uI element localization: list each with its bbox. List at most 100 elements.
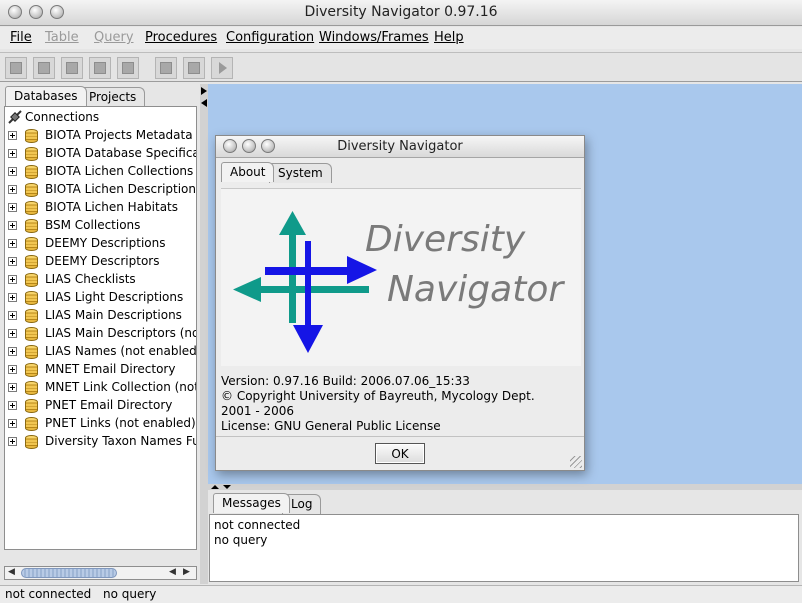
status-bar: not connected no query xyxy=(0,585,802,603)
database-icon xyxy=(25,399,38,413)
dialog-separator xyxy=(216,436,584,437)
open-folder-button[interactable] xyxy=(155,57,177,79)
scrollbar-thumb[interactable] xyxy=(21,568,117,578)
run-query-button[interactable] xyxy=(211,57,233,79)
tree-item-label: LIAS Light Descriptions xyxy=(45,290,184,304)
tree-item-label: BIOTA Lichen Descriptions xyxy=(45,182,197,196)
menu-help[interactable]: Help xyxy=(434,30,464,45)
open-folder-icon xyxy=(160,62,172,74)
insert-row-icon xyxy=(38,62,50,74)
database-icon xyxy=(25,147,38,161)
version-text: Version: 0.97.16 Build: 2006.07.06_15:33 xyxy=(221,374,470,388)
diversity-navigator-logo: Diversity Navigator xyxy=(233,211,565,353)
tree-item-label: MNET Link Collection (not xyxy=(45,380,197,394)
menu-procedures[interactable]: Procedures xyxy=(145,30,217,45)
connections-tree[interactable]: Connections BIOTA Projects Metadata BIOTA… xyxy=(4,106,197,550)
expand-icon[interactable] xyxy=(8,221,17,230)
expand-icon[interactable] xyxy=(8,419,17,428)
tree-item-label: DEEMY Descriptors xyxy=(45,254,160,268)
tree-item-label: BIOTA Lichen Habitats xyxy=(45,200,179,214)
tree-root-label: Connections xyxy=(25,110,100,124)
logo-text-diversity: Diversity xyxy=(365,219,526,260)
expand-icon[interactable] xyxy=(8,437,17,446)
about-info: Version: 0.97.16 Build: 2006.07.06_15:33… xyxy=(221,374,535,434)
menu-configuration[interactable]: Configuration xyxy=(226,30,314,45)
database-icon xyxy=(25,381,38,395)
copyright-text: © Copyright University of Bayreuth, Myco… xyxy=(221,389,535,403)
database-icon xyxy=(25,291,38,305)
scroll-left-icon[interactable]: ◀ xyxy=(8,567,15,577)
save-query-button[interactable] xyxy=(183,57,205,79)
window-title: Diversity Navigator 0.97.16 xyxy=(304,4,498,20)
tab-databases[interactable]: Databases xyxy=(5,86,87,106)
expand-icon[interactable] xyxy=(8,203,17,212)
expand-icon[interactable] xyxy=(8,239,17,248)
expand-icon[interactable] xyxy=(8,167,17,176)
dialog-title-bar: Diversity Navigator xyxy=(216,136,584,158)
tab-messages[interactable]: Messages xyxy=(213,493,290,513)
menu-file[interactable]: File xyxy=(10,30,32,45)
database-icon xyxy=(25,183,38,197)
tree-item-label: BSM Collections xyxy=(45,218,141,232)
tab-projects[interactable]: Projects xyxy=(80,87,146,107)
messages-text-area[interactable]: not connected no query xyxy=(209,514,799,582)
tree-item-label: DEEMY Descriptions xyxy=(45,236,166,250)
database-icon xyxy=(25,417,38,431)
tree-item-label: LIAS Checklists xyxy=(45,272,136,286)
database-icon xyxy=(25,237,38,251)
menu-table[interactable]: Table xyxy=(45,30,79,45)
expand-icon[interactable] xyxy=(8,293,17,302)
database-icon xyxy=(25,363,38,377)
database-icon xyxy=(25,345,38,359)
insert-row-button[interactable] xyxy=(33,57,55,79)
run-icon xyxy=(219,62,227,74)
status-connection: not connected xyxy=(5,587,92,601)
expand-icon[interactable] xyxy=(8,311,17,320)
tree-horizontal-scrollbar[interactable]: ◀ ◀ ▶ xyxy=(4,566,197,580)
tree-item-label: Diversity Taxon Names Fu xyxy=(45,434,197,448)
expand-icon[interactable] xyxy=(8,149,17,158)
save-button[interactable] xyxy=(117,57,139,79)
expand-icon[interactable] xyxy=(8,275,17,284)
messages-panel: Messages Log not connected no query xyxy=(208,490,802,584)
ok-button[interactable]: OK xyxy=(375,443,425,464)
expand-icon[interactable] xyxy=(8,347,17,356)
expand-icon[interactable] xyxy=(8,329,17,338)
expand-icon[interactable] xyxy=(8,185,17,194)
table-button[interactable] xyxy=(61,57,83,79)
splitter-arrows-icon[interactable] xyxy=(200,86,208,110)
expand-icon[interactable] xyxy=(8,401,17,410)
about-logo-panel: Diversity Navigator xyxy=(221,188,581,366)
toolbar xyxy=(0,52,802,82)
tab-about[interactable]: About xyxy=(221,162,275,182)
vertical-splitter[interactable] xyxy=(200,84,208,584)
delete-row-button[interactable] xyxy=(89,57,111,79)
scroll-right-icon[interactable]: ▶ xyxy=(183,567,190,577)
tree-item-label: BIOTA Projects Metadata xyxy=(45,128,193,142)
database-icon xyxy=(25,435,38,449)
tree-item-label: LIAS Main Descriptions xyxy=(45,308,182,322)
menu-query[interactable]: Query xyxy=(94,30,134,45)
resize-grip-icon[interactable] xyxy=(570,456,582,468)
tree-item-label: LIAS Main Descriptors (not xyxy=(45,326,197,340)
scroll-left-icon-2[interactable]: ◀ xyxy=(169,567,176,577)
database-icon xyxy=(25,129,38,143)
database-icon xyxy=(25,327,38,341)
menu-windows-frames[interactable]: Windows/Frames xyxy=(319,30,429,45)
database-icon xyxy=(25,201,38,215)
message-line: no query xyxy=(214,533,268,547)
expand-icon[interactable] xyxy=(8,131,17,140)
window-title-bar: Diversity Navigator 0.97.16 xyxy=(0,0,802,26)
new-table-button[interactable] xyxy=(5,57,27,79)
tree-item-label: BIOTA Database Specificat xyxy=(45,146,197,160)
tab-system[interactable]: System xyxy=(269,163,332,183)
tree-item-label: BIOTA Lichen Collections xyxy=(45,164,194,178)
database-icon xyxy=(25,309,38,323)
save-icon xyxy=(122,62,134,74)
tree-item-label: LIAS Names (not enabled) xyxy=(45,344,197,358)
logo-text-navigator: Navigator xyxy=(387,269,565,310)
expand-icon[interactable] xyxy=(8,383,17,392)
expand-icon[interactable] xyxy=(8,365,17,374)
tree-item-label: PNET Email Directory xyxy=(45,398,173,412)
expand-icon[interactable] xyxy=(8,257,17,266)
